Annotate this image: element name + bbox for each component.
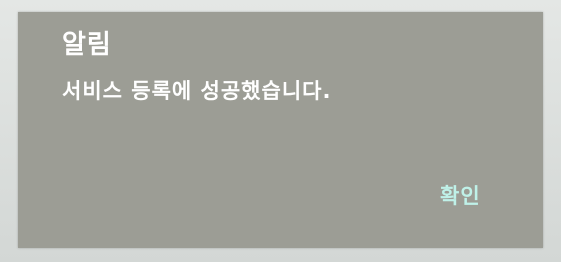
confirm-button[interactable]: 확인	[440, 180, 481, 210]
dialog-title: 알림	[62, 30, 112, 60]
dialog-message: 서비스 등록에 성공했습니다.	[62, 79, 332, 103]
